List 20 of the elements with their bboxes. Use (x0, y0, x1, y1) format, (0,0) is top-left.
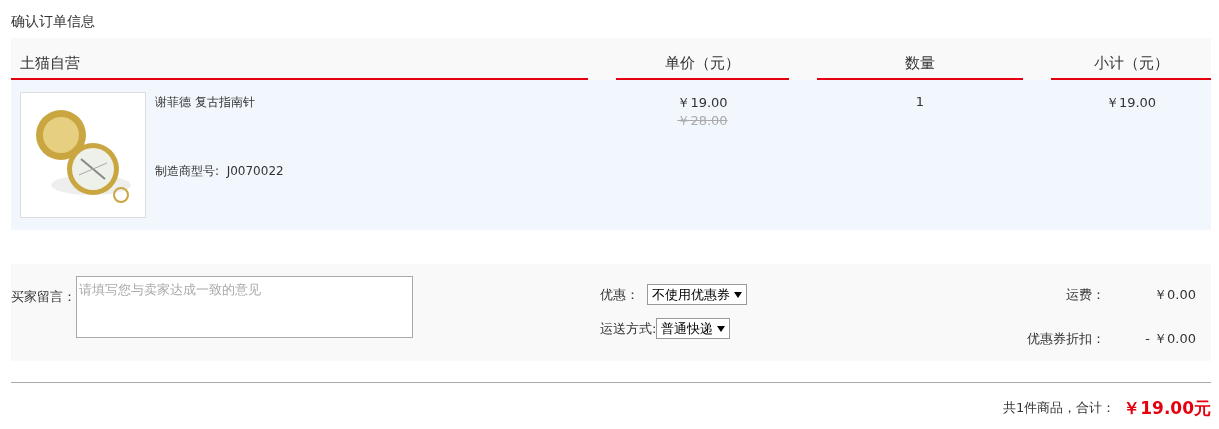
caret-icon (734, 291, 742, 298)
original-price: ￥28.00 (677, 112, 728, 130)
fee-value: ￥0.00 (1153, 286, 1196, 304)
shipping-label: 运送方式: (600, 319, 657, 338)
caret-icon (717, 325, 726, 332)
shipping-select[interactable]: 普通快递 (656, 318, 731, 339)
model-number: 制造商型号: J0070022 (155, 163, 284, 180)
fee-label: 运费： (1066, 286, 1105, 304)
product-name[interactable]: 谢菲德 复古指南针 (155, 94, 284, 111)
order-total: ￥19.00元 (1123, 396, 1211, 420)
summary-label: 共1件商品，合计： (1002, 399, 1116, 417)
fee-value: - ￥0.00 (1144, 330, 1196, 348)
unit-price: ￥19.00 (677, 94, 728, 112)
quantity: 1 (915, 94, 925, 109)
page-title: 确认订单信息 (11, 12, 96, 31)
subtotal: ￥19.00 (1105, 94, 1157, 112)
coupon-select[interactable]: 不使用优惠券 (647, 284, 747, 305)
message-label: 买家留言： (11, 288, 76, 306)
fee-label: 优惠券折扣： (1027, 330, 1105, 348)
coupon-label: 优惠： (600, 285, 639, 304)
